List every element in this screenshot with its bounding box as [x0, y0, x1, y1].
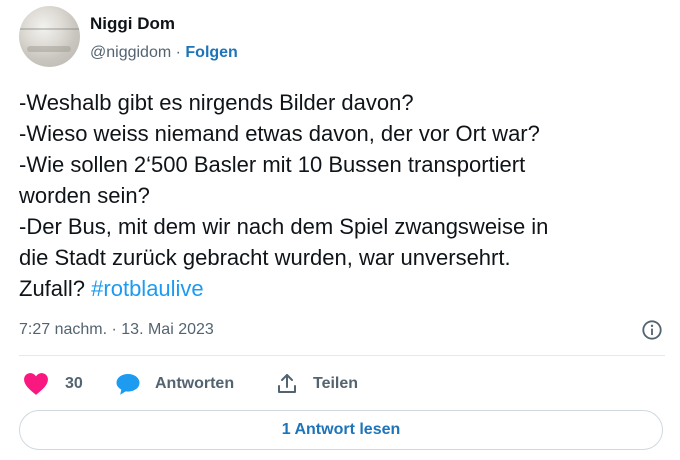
- heart-icon: [24, 373, 48, 395]
- divider: [19, 355, 665, 356]
- tweet-line: -Wieso weiss niemand etwas davon, der vo…: [19, 121, 540, 146]
- author-handle[interactable]: @niggidom: [90, 44, 171, 61]
- tweet-header: Niggi Dom @niggidom · Folgen: [19, 6, 659, 68]
- tweet-line-last: Zufall? #rotblaulive: [19, 273, 659, 304]
- tweet-line: die Stadt zurück gebracht wurden, war un…: [19, 245, 511, 270]
- avatar[interactable]: [19, 6, 80, 67]
- tweet-line: -Wie sollen 2‘500 Basler mit 10 Bussen t…: [19, 152, 526, 177]
- follow-link[interactable]: Folgen: [185, 44, 237, 61]
- author-name[interactable]: Niggi Dom: [90, 14, 175, 34]
- reply-label: Antworten: [155, 375, 235, 392]
- like-count: 30: [65, 375, 83, 392]
- share-icon: [278, 374, 296, 393]
- handle-separator: ·: [171, 44, 186, 61]
- timestamp[interactable]: 7:27 nachm. · 13. Mai 2023: [19, 321, 214, 339]
- tweet-line: -Der Bus, mit dem wir nach dem Spiel zwa…: [19, 214, 549, 239]
- tweet-meta: 7:27 nachm. · 13. Mai 2023: [19, 319, 665, 343]
- tweet-line: -Weshalb gibt es nirgends Bilder davon?: [19, 90, 414, 115]
- tweet-line-prefix: Zufall?: [19, 276, 92, 301]
- author-handle-row: @niggidom · Folgen: [90, 44, 238, 62]
- like-button[interactable]: 30: [23, 368, 83, 400]
- info-icon[interactable]: [641, 319, 663, 341]
- read-replies-button[interactable]: 1 Antwort lesen: [19, 410, 663, 450]
- share-label: Teilen: [313, 375, 359, 392]
- tweet-text: -Weshalb gibt es nirgends Bilder davon? …: [19, 87, 659, 304]
- hashtag-link[interactable]: #rotblaulive: [91, 276, 204, 301]
- action-bar: 30 Antworten Teilen: [19, 368, 665, 400]
- tweet-line: worden sein?: [19, 183, 150, 208]
- reply-button[interactable]: Antworten: [115, 368, 234, 400]
- share-button[interactable]: Teilen: [275, 368, 358, 400]
- speech-bubble-icon: [116, 374, 140, 395]
- read-replies-label: 1 Antwort lesen: [281, 421, 401, 438]
